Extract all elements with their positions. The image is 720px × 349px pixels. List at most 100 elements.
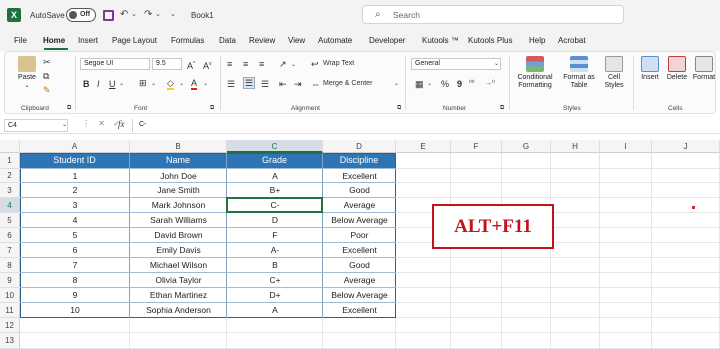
table-cell[interactable]: 7 [20, 258, 130, 273]
table-cell[interactable]: Michael Wilson [130, 258, 227, 273]
paste-button[interactable]: Paste ⌄ [13, 56, 41, 90]
row-header-13[interactable]: 13 [0, 333, 20, 349]
merge-dropdown-icon[interactable]: ⌄ [394, 80, 399, 87]
table-cell[interactable]: 5 [20, 228, 130, 243]
font-size-select[interactable]: 9.5 [152, 58, 182, 70]
table-cell[interactable]: Excellent [323, 169, 396, 183]
table-cell[interactable]: John Doe [130, 169, 227, 183]
table-cell[interactable]: Jane Smith [130, 183, 227, 198]
table-cell[interactable]: Average [323, 198, 396, 213]
table-cell[interactable]: F [227, 228, 323, 243]
row-header-6[interactable]: 6 [0, 228, 20, 243]
table-cell[interactable]: 1 [20, 169, 130, 183]
increase-decimal-icon[interactable]: ⁰⁰ [469, 79, 475, 89]
percent-style-icon[interactable]: % [441, 79, 449, 89]
table-cell[interactable]: Ethan Martinez [130, 288, 227, 303]
row-header-1[interactable]: 1 [0, 153, 20, 169]
table-cell[interactable]: Below Average [323, 213, 396, 228]
undo-dropdown-icon[interactable]: ⌄ [131, 9, 137, 21]
wrap-text-button[interactable]: Wrap Text [323, 60, 354, 67]
insert-cells-button[interactable]: Insert [637, 56, 663, 82]
worksheet-grid[interactable]: A B C D E F G H I J 1 2 3 4 5 6 7 8 9 10 11 12 13 Student ID Nam… [0, 136, 720, 349]
row-header-10[interactable]: 10 [0, 288, 20, 303]
table-cell[interactable]: Excellent [323, 243, 396, 258]
table-cell[interactable]: 10 [20, 303, 130, 318]
table-cell[interactable]: B+ [227, 183, 323, 198]
table-header-cell[interactable]: Discipline [323, 153, 395, 168]
underline-dropdown-icon[interactable]: ⌄ [119, 79, 124, 89]
delete-cells-button[interactable]: Delete [664, 56, 690, 82]
autosave-toggle[interactable]: Off [66, 8, 96, 22]
font-family-select[interactable]: Segoe UI [80, 58, 150, 70]
format-as-table-button[interactable]: Format as Table [560, 56, 598, 90]
table-cell[interactable]: Average [323, 273, 396, 288]
tab-help[interactable]: Help [529, 36, 545, 45]
column-header-c[interactable]: C [227, 140, 323, 153]
tab-formulas[interactable]: Formulas [171, 36, 204, 45]
row-header-8[interactable]: 8 [0, 258, 20, 273]
cell-styles-button[interactable]: Cell Styles [599, 56, 629, 90]
orientation-dropdown-icon[interactable]: ⌄ [291, 60, 296, 70]
column-header-b[interactable]: B [130, 140, 227, 153]
table-cell[interactable]: 2 [20, 183, 130, 198]
column-header-h[interactable]: H [551, 140, 600, 153]
alignment-launcher-icon[interactable]: ⧉ [397, 105, 401, 112]
row-header-7[interactable]: 7 [0, 243, 20, 258]
table-cell[interactable]: 9 [20, 288, 130, 303]
row-header-5[interactable]: 5 [0, 213, 20, 228]
row-header-3[interactable]: 3 [0, 183, 20, 198]
column-header-d[interactable]: D [323, 140, 396, 153]
decrease-decimal-icon[interactable]: →⁰ [485, 79, 495, 89]
borders-dropdown-icon[interactable]: ⌄ [151, 79, 156, 89]
merge-center-icon[interactable]: ⇔ [311, 79, 320, 89]
row-header-4[interactable]: 4 [0, 198, 20, 213]
accounting-dropdown-icon[interactable]: ⌄ [427, 79, 432, 89]
redo-dropdown-icon[interactable]: ⌄ [155, 9, 161, 21]
table-cell[interactable]: Below Average [323, 288, 396, 303]
table-cell[interactable]: 8 [20, 273, 130, 288]
tab-home[interactable]: Home [43, 36, 65, 45]
column-header-f[interactable]: F [451, 140, 502, 153]
format-painter-icon[interactable]: ✎ [43, 85, 51, 95]
table-cell[interactable]: Poor [323, 228, 396, 243]
format-cells-button[interactable]: Format [691, 56, 717, 82]
tab-file[interactable]: File [14, 36, 27, 45]
table-cell[interactable]: C+ [227, 273, 323, 288]
column-header-e[interactable]: E [396, 140, 451, 153]
align-middle-icon[interactable]: ≡ [243, 59, 248, 69]
copy-icon[interactable]: ⧉ [43, 71, 49, 81]
font-color-dropdown-icon[interactable]: ⌄ [203, 79, 208, 89]
table-cell[interactable]: D+ [227, 288, 323, 303]
font-color-icon[interactable]: A [191, 78, 198, 90]
row-header-11[interactable]: 11 [0, 303, 20, 318]
table-cell[interactable]: 3 [20, 198, 130, 213]
table-header-cell[interactable]: Name [130, 153, 226, 168]
clipboard-launcher-icon[interactable]: ⧉ [67, 105, 71, 112]
cut-icon[interactable]: ✂ [43, 57, 51, 67]
table-cell[interactable]: Good [323, 258, 396, 273]
tab-page-layout[interactable]: Page Layout [112, 36, 157, 45]
fill-dropdown-icon[interactable]: ⌄ [179, 79, 184, 89]
conditional-formatting-button[interactable]: Conditional Formatting [511, 56, 559, 90]
comma-style-icon[interactable]: 9 [457, 79, 462, 89]
bold-icon[interactable]: B [83, 79, 90, 89]
tab-data[interactable]: Data [219, 36, 236, 45]
table-cell[interactable]: A- [227, 243, 323, 258]
increase-font-icon[interactable]: A^ [187, 59, 195, 71]
number-launcher-icon[interactable]: ⧉ [500, 105, 504, 112]
tab-view[interactable]: View [288, 36, 305, 45]
align-top-icon[interactable]: ≡ [227, 59, 232, 69]
customize-toolbar-icon[interactable]: ⌄ [170, 9, 176, 21]
table-cell[interactable]: Emily Davis [130, 243, 227, 258]
align-right-icon[interactable]: ☰ [261, 79, 269, 89]
name-box[interactable]: C4 [4, 119, 68, 132]
table-cell[interactable]: 4 [20, 213, 130, 228]
align-bottom-icon[interactable]: ≡ [259, 59, 264, 69]
tab-insert[interactable]: Insert [78, 36, 98, 45]
formula-input[interactable]: C- [132, 119, 716, 132]
undo-icon[interactable]: ↶ [120, 9, 128, 21]
tab-automate[interactable]: Automate [318, 36, 352, 45]
row-header-12[interactable]: 12 [0, 318, 20, 333]
table-cell[interactable]: Sophia Anderson [130, 303, 227, 318]
redo-icon[interactable]: ↷ [144, 9, 152, 21]
